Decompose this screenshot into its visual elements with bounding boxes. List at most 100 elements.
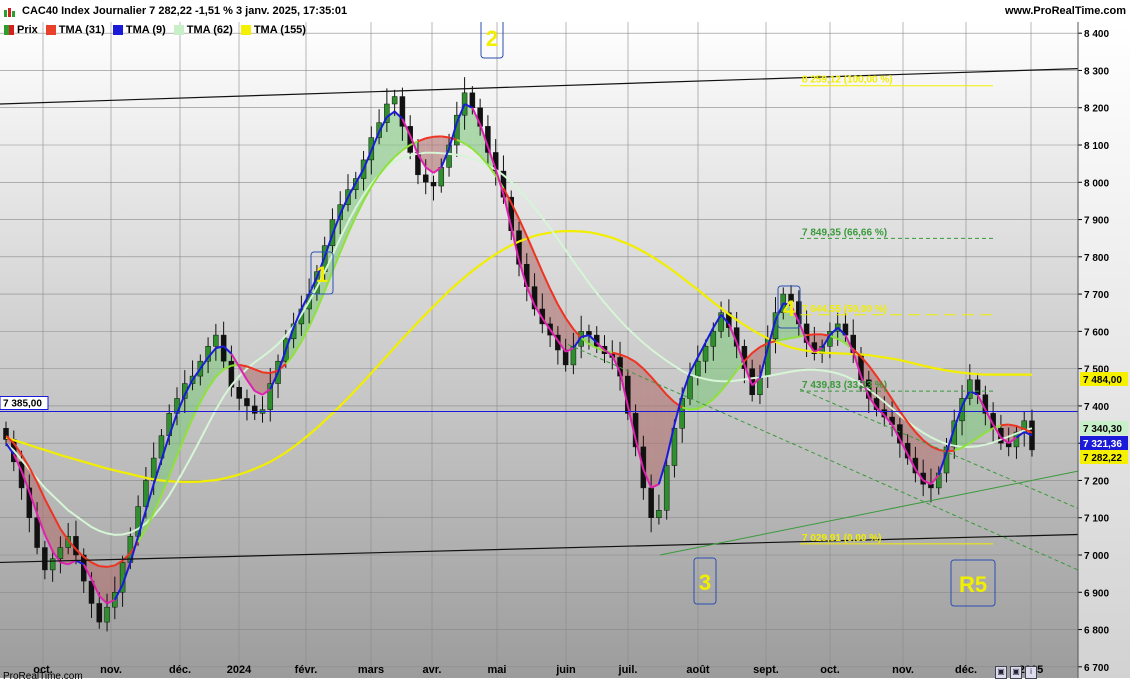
brand-link[interactable]: www.ProRealTime.com <box>1005 5 1126 17</box>
y-tick-label: 8 100 <box>1084 141 1109 152</box>
y-axis-panel <box>1078 22 1130 678</box>
legend-item[interactable]: TMA (155) <box>240 22 306 38</box>
ma-cloud-segment <box>651 376 659 488</box>
y-tick-label: 7 400 <box>1084 402 1109 413</box>
y-tick-label: 6 900 <box>1084 588 1109 599</box>
candle-body <box>928 483 934 489</box>
tma31-segment <box>99 565 108 568</box>
x-tick-label: déc. <box>169 664 191 676</box>
x-tick-label: mai <box>488 664 507 676</box>
x-tick-label: juil. <box>618 664 638 676</box>
price-label: 7 282,22 <box>1083 453 1122 464</box>
legend-item[interactable]: TMA (9) <box>112 22 166 38</box>
candle-body <box>49 558 56 571</box>
legend-swatch <box>173 25 184 35</box>
candle-body <box>702 346 709 362</box>
candle-body <box>656 510 662 518</box>
legend-swatch <box>45 25 56 35</box>
legend-label: TMA (31) <box>58 24 105 36</box>
price-chart[interactable]: 8 400 8 300 8 200 8 100 8 000 7 900 7 800 7 700… <box>0 22 1130 678</box>
tma31-segment <box>262 371 271 375</box>
candle-body <box>663 465 670 511</box>
wave-label: 2 <box>486 26 498 51</box>
candle-body <box>562 349 569 366</box>
x-tick-label: oct. <box>820 664 840 676</box>
x-tick-label: déc. <box>955 664 977 676</box>
fib-level-label: 7 849,35 (66,66 %) <box>802 227 887 238</box>
x-tick-label: mars <box>358 664 384 676</box>
y-tick-label: 8 200 <box>1084 104 1109 115</box>
candle-body <box>422 174 429 183</box>
chart-tools: ▣ ▣ i <box>995 666 1037 679</box>
legend-swatch <box>4 25 14 35</box>
y-tick-label: 7 800 <box>1084 253 1109 264</box>
candle-body <box>974 379 981 395</box>
y-tick-label: 6 800 <box>1084 626 1109 637</box>
legend-item[interactable]: TMA (62) <box>173 22 233 38</box>
x-tick-label: août <box>686 664 710 676</box>
fib-level-label: 8 259,12 (100,00 %) <box>802 75 893 86</box>
candle-body <box>710 331 717 347</box>
y-tick-label: 8 300 <box>1084 66 1109 77</box>
ma-cloud-segment <box>969 391 978 444</box>
candle-body <box>438 167 445 187</box>
x-tick-label: sept. <box>753 664 779 676</box>
y-tick-label: 8 000 <box>1084 178 1109 189</box>
indicator-legend: Prix TMA (31) TMA (9) TMA (62) TMA (155) <box>0 22 306 38</box>
legend-label: Prix <box>17 24 38 36</box>
candle-body <box>96 603 103 623</box>
wave-label: 1 <box>316 262 328 287</box>
candle-body <box>34 517 40 548</box>
legend-swatch <box>240 25 251 35</box>
x-tick-label: juin <box>555 664 576 676</box>
candle-body <box>469 92 476 108</box>
candle-body <box>430 182 437 187</box>
reference-label: 7 385,00 <box>3 399 42 410</box>
y-tick-label: 7 600 <box>1084 327 1109 338</box>
info-icon[interactable]: i <box>1025 666 1037 679</box>
tma31-segment <box>1000 423 1009 427</box>
legend-item[interactable]: Prix <box>4 22 38 38</box>
candle-body <box>57 547 64 559</box>
chart-icon <box>3 5 17 17</box>
legend-label: TMA (62) <box>186 24 233 36</box>
header-bar: CAC40 Index Journalier 7 282,22 -1,51 % … <box>0 0 1130 22</box>
y-tick-label: 7 700 <box>1084 290 1109 301</box>
candle-body <box>244 398 250 407</box>
y-tick-label: 7 100 <box>1084 514 1109 525</box>
candle-body <box>213 334 219 347</box>
tma31-segment <box>441 135 450 139</box>
fib-level-label: 7 029,91 (0,00 %) <box>802 533 882 544</box>
legend-swatch <box>112 25 123 35</box>
candle-body <box>42 547 48 571</box>
candle-body <box>648 487 654 518</box>
candle-body <box>251 405 258 414</box>
x-tick-label: nov. <box>892 664 914 676</box>
copy-icon[interactable]: ▣ <box>995 666 1007 679</box>
legend-label: TMA (155) <box>253 24 306 36</box>
chart-title: CAC40 Index Journalier 7 282,22 -1,51 % … <box>22 5 348 17</box>
x-tick-label: nov. <box>100 664 122 676</box>
tma31-segment <box>806 333 815 337</box>
price-label: 7 340,30 <box>1083 424 1122 435</box>
y-tick-label: 7 200 <box>1084 476 1109 487</box>
candle-body <box>695 360 701 377</box>
candle-body <box>236 387 242 399</box>
x-tick-label: avr. <box>423 664 442 676</box>
copy-icon[interactable]: ▣ <box>1010 666 1022 679</box>
footer-brand: ProRealTime.com <box>3 671 83 682</box>
y-tick-label: 7 000 <box>1084 551 1109 562</box>
tma31-segment <box>689 407 698 411</box>
x-tick-label: 2024 <box>227 664 252 676</box>
candle-body <box>104 606 110 623</box>
y-tick-label: 7 900 <box>1084 216 1109 227</box>
legend-label: TMA (9) <box>125 24 166 36</box>
legend-item[interactable]: TMA (31) <box>45 22 105 38</box>
wave-label: 4 <box>783 296 796 321</box>
candle-body <box>1005 442 1012 448</box>
candle-body <box>391 96 398 105</box>
price-label: 7 484,00 <box>1083 375 1122 386</box>
y-tick-label: 6 700 <box>1084 663 1109 674</box>
wave-label: 3 <box>699 570 711 595</box>
price-label: 7 321,36 <box>1083 439 1122 450</box>
